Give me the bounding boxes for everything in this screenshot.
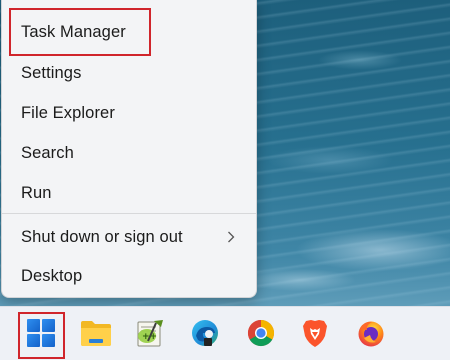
brave-icon: [303, 320, 327, 347]
menu-item-settings[interactable]: Settings: [2, 55, 256, 91]
menu-separator: [2, 213, 256, 214]
menu-item-label: Run: [21, 183, 52, 202]
menu-item-label: Shut down or sign out: [21, 227, 183, 246]
task-manager-highlight-box: [9, 8, 151, 56]
chrome-taskbar-button[interactable]: [244, 316, 278, 350]
menu-item-shut-down-or-sign-out[interactable]: Shut down or sign out: [2, 219, 256, 255]
menu-item-file-explorer[interactable]: File Explorer: [2, 95, 256, 131]
taskbar: ++: [0, 306, 450, 360]
folder-icon: [81, 321, 111, 346]
windows-start-icon: [27, 319, 55, 347]
notepad-plus-plus-taskbar-button[interactable]: ++: [133, 316, 167, 350]
start-button[interactable]: [24, 316, 58, 350]
file-explorer-taskbar-button[interactable]: [79, 316, 113, 350]
firefox-icon: [358, 321, 384, 347]
menu-item-search[interactable]: Search: [2, 135, 256, 171]
svg-text:++: ++: [142, 332, 157, 342]
quick-link-context-menu: Task Manager Settings File Explorer Sear…: [1, 0, 257, 298]
brave-taskbar-button[interactable]: [298, 316, 332, 350]
notepad-plus-plus-icon: ++: [137, 320, 163, 347]
menu-item-label: Desktop: [21, 266, 83, 285]
edge-taskbar-button[interactable]: [188, 316, 222, 350]
menu-item-label: File Explorer: [21, 103, 115, 122]
menu-item-label: Settings: [21, 63, 82, 82]
edge-icon: [192, 320, 218, 346]
chrome-icon: [247, 319, 275, 347]
menu-item-run[interactable]: Run: [2, 175, 256, 211]
firefox-taskbar-button[interactable]: [354, 316, 388, 350]
chevron-right-icon: [226, 230, 236, 244]
menu-item-label: Search: [21, 143, 74, 162]
menu-item-desktop[interactable]: Desktop: [2, 258, 256, 294]
